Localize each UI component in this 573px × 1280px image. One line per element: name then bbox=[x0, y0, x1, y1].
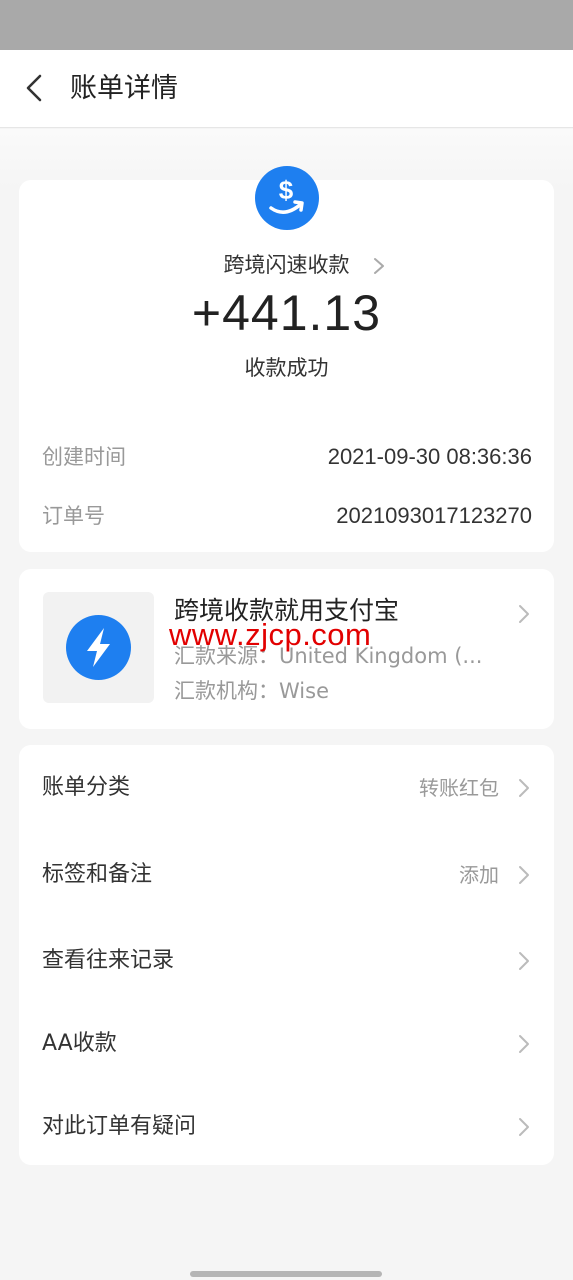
status-bar bbox=[0, 0, 573, 50]
created-time-label: 创建时间 bbox=[42, 445, 126, 469]
promo-logo bbox=[43, 592, 154, 703]
home-indicator[interactable] bbox=[190, 1271, 382, 1277]
back-button[interactable] bbox=[18, 70, 54, 106]
menu-item-aa-collect[interactable]: AA收款 bbox=[19, 1014, 554, 1074]
top-nav-bar: 账单详情 bbox=[0, 50, 573, 128]
service-name-link[interactable]: 跨境闪速收款 bbox=[19, 250, 554, 280]
chevron-right-icon bbox=[519, 605, 529, 623]
menu-item-history[interactable]: 查看往来记录 bbox=[19, 931, 554, 991]
created-time-row: 创建时间 2021-09-30 08:36:36 bbox=[42, 440, 532, 474]
amount-value: +441.13 bbox=[191, 285, 382, 341]
chevron-right-icon bbox=[519, 866, 529, 884]
svg-text:$: $ bbox=[279, 175, 294, 205]
summary-card: $ 跨境闪速收款 +441.13 收款成功 创建时间 2021-09-30 08… bbox=[19, 166, 554, 552]
order-number-label: 订单号 bbox=[42, 504, 105, 528]
menu-item-value: 转账红包 bbox=[419, 776, 499, 800]
chevron-right-icon bbox=[519, 952, 529, 970]
menu-item-label: AA收款 bbox=[42, 1031, 117, 1056]
dollar-transfer-icon: $ bbox=[255, 166, 319, 230]
created-time-value: 2021-09-30 08:36:36 bbox=[327, 444, 532, 469]
chevron-right-icon bbox=[519, 779, 529, 797]
menu-item-order-question[interactable]: 对此订单有疑问 bbox=[19, 1097, 554, 1157]
lightning-icon bbox=[66, 615, 131, 680]
watermark-text: www.zjcp.com bbox=[169, 617, 372, 652]
options-card: 账单分类 转账红包 标签和备注 添加 查看往来记录 AA收款 对此订单有疑问 bbox=[19, 745, 554, 1165]
menu-item-label: 账单分类 bbox=[42, 775, 131, 800]
chevron-right-icon bbox=[519, 1118, 529, 1136]
menu-item-label: 对此订单有疑问 bbox=[42, 1114, 197, 1139]
menu-item-bill-category[interactable]: 账单分类 转账红包 bbox=[19, 758, 554, 818]
menu-item-label: 标签和备注 bbox=[42, 862, 153, 887]
payment-status: 收款成功 bbox=[244, 356, 329, 380]
promo-card[interactable]: 跨境收款就用支付宝 汇款来源：United Kingdom (... 汇款机构：… bbox=[19, 569, 554, 729]
order-number-value: 2021093017123270 bbox=[336, 503, 532, 528]
chevron-right-icon bbox=[374, 258, 384, 274]
page-title: 账单详情 bbox=[70, 73, 178, 104]
remit-institution: 汇款机构：Wise bbox=[174, 679, 329, 703]
menu-item-label: 查看往来记录 bbox=[42, 948, 175, 973]
menu-item-value: 添加 bbox=[459, 863, 499, 887]
chevron-right-icon bbox=[519, 1035, 529, 1053]
menu-item-tags-notes[interactable]: 标签和备注 添加 bbox=[19, 845, 554, 905]
order-number-row: 订单号 2021093017123270 bbox=[42, 499, 532, 533]
chevron-left-icon bbox=[26, 74, 42, 102]
